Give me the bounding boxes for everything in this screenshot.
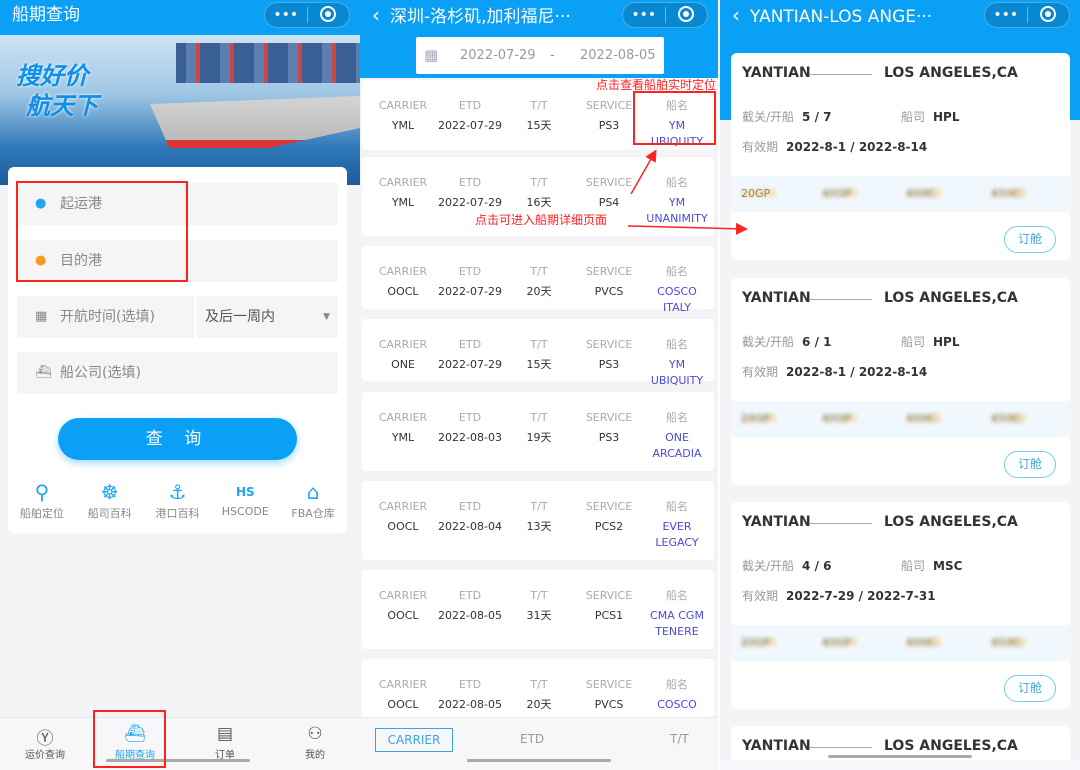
- annotation-arrows: [627, 149, 748, 235]
- arrow-to-detail: [627, 222, 748, 235]
- arrow-to-vessel: [630, 149, 657, 195]
